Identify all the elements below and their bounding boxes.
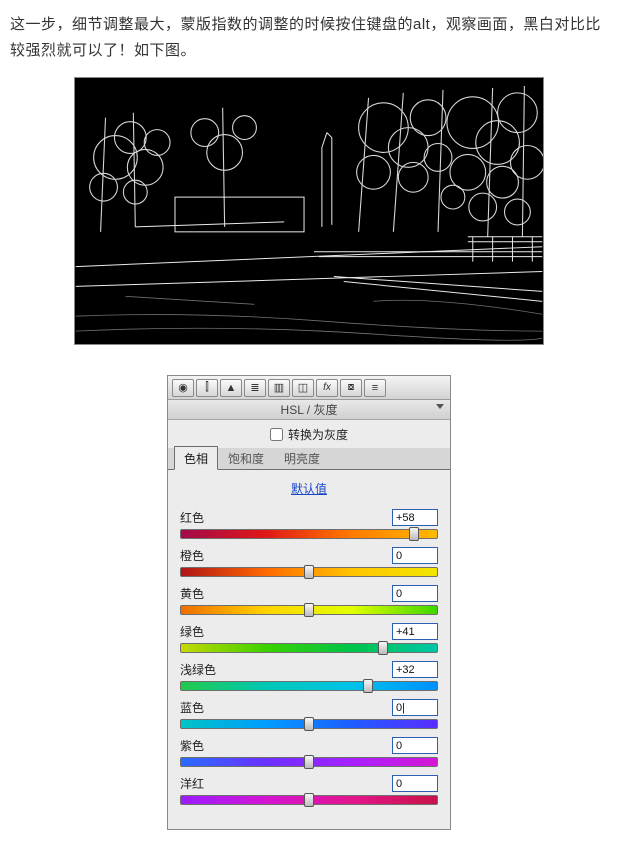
slider-thumb[interactable] bbox=[363, 679, 373, 693]
tab-hue[interactable]: 色相 bbox=[174, 446, 218, 470]
slider-row: 蓝色 bbox=[180, 699, 438, 729]
slider-thumb[interactable] bbox=[304, 565, 314, 579]
slider-value-input[interactable] bbox=[392, 547, 438, 564]
slider-track[interactable] bbox=[180, 681, 438, 691]
crop-icon[interactable]: ◫ bbox=[292, 379, 314, 397]
split-icon[interactable]: ▥ bbox=[268, 379, 290, 397]
slider-track[interactable] bbox=[180, 605, 438, 615]
slider-track[interactable] bbox=[180, 757, 438, 767]
histogram-icon[interactable]: ⫿ bbox=[196, 379, 218, 397]
grayscale-label: 转换为灰度 bbox=[288, 426, 348, 443]
slider-label: 蓝色 bbox=[180, 699, 204, 716]
slider-value-input[interactable] bbox=[392, 775, 438, 792]
default-link-row: 默认值 bbox=[180, 480, 438, 497]
slider-label: 绿色 bbox=[180, 623, 204, 640]
slider-value-input[interactable] bbox=[392, 699, 438, 716]
expand-icon[interactable] bbox=[436, 404, 444, 409]
triangle-icon[interactable]: ▲ bbox=[220, 379, 242, 397]
intro-text: 这一步，细节调整最大，蒙版指数的调整的时候按住键盘的alt，观察画面，黑白对比比… bbox=[10, 12, 608, 63]
slider-value-input[interactable] bbox=[392, 509, 438, 526]
grayscale-checkbox[interactable] bbox=[270, 428, 283, 441]
aperture-icon[interactable]: ◉ bbox=[172, 379, 194, 397]
slider-row: 紫色 bbox=[180, 737, 438, 767]
slider-row: 黄色 bbox=[180, 585, 438, 615]
grayscale-row: 转换为灰度 bbox=[168, 420, 450, 448]
slider-thumb[interactable] bbox=[304, 793, 314, 807]
slider-row: 洋红 bbox=[180, 775, 438, 805]
edge-preview-svg bbox=[75, 78, 543, 344]
slider-track[interactable] bbox=[180, 719, 438, 729]
slider-value-input[interactable] bbox=[392, 737, 438, 754]
default-link[interactable]: 默认值 bbox=[291, 482, 327, 496]
slider-track[interactable] bbox=[180, 643, 438, 653]
tabs: 色相 饱和度 明亮度 bbox=[168, 448, 450, 470]
slider-thumb[interactable] bbox=[378, 641, 388, 655]
edge-preview-image bbox=[74, 77, 544, 345]
slider-row: 红色 bbox=[180, 509, 438, 539]
tab-saturation[interactable]: 饱和度 bbox=[218, 446, 274, 470]
slider-track[interactable] bbox=[180, 529, 438, 539]
slider-row: 浅绿色 bbox=[180, 661, 438, 691]
slider-label: 浅绿色 bbox=[180, 661, 216, 678]
slider-track[interactable] bbox=[180, 795, 438, 805]
slider-value-input[interactable] bbox=[392, 661, 438, 678]
slider-track[interactable] bbox=[180, 567, 438, 577]
toolbar: ◉ ⫿ ▲ ≣ ▥ ◫ fx ⧇ ≡ bbox=[168, 376, 450, 400]
slider-label: 红色 bbox=[180, 509, 204, 526]
slider-row: 绿色 bbox=[180, 623, 438, 653]
slider-label: 橙色 bbox=[180, 547, 204, 564]
camera-icon[interactable]: ⧇ bbox=[340, 379, 362, 397]
slider-row: 橙色 bbox=[180, 547, 438, 577]
slider-value-input[interactable] bbox=[392, 585, 438, 602]
slider-thumb[interactable] bbox=[304, 717, 314, 731]
panel-title-bar: HSL / 灰度 bbox=[168, 400, 450, 420]
fx-icon[interactable]: fx bbox=[316, 379, 338, 397]
sliders-icon[interactable]: ≡ bbox=[364, 379, 386, 397]
slider-value-input[interactable] bbox=[392, 623, 438, 640]
slider-label: 黄色 bbox=[180, 585, 204, 602]
lines-icon[interactable]: ≣ bbox=[244, 379, 266, 397]
slider-thumb[interactable] bbox=[304, 603, 314, 617]
panel-body: 默认值 红色橙色黄色绿色浅绿色蓝色紫色洋红 bbox=[168, 470, 450, 829]
slider-thumb[interactable] bbox=[409, 527, 419, 541]
slider-label: 紫色 bbox=[180, 737, 204, 754]
slider-label: 洋红 bbox=[180, 775, 204, 792]
panel-title: HSL / 灰度 bbox=[281, 401, 338, 418]
slider-thumb[interactable] bbox=[304, 755, 314, 769]
tab-luminance[interactable]: 明亮度 bbox=[274, 446, 330, 470]
hsl-panel: ◉ ⫿ ▲ ≣ ▥ ◫ fx ⧇ ≡ HSL / 灰度 转换为灰度 色相 饱和度… bbox=[167, 375, 451, 830]
